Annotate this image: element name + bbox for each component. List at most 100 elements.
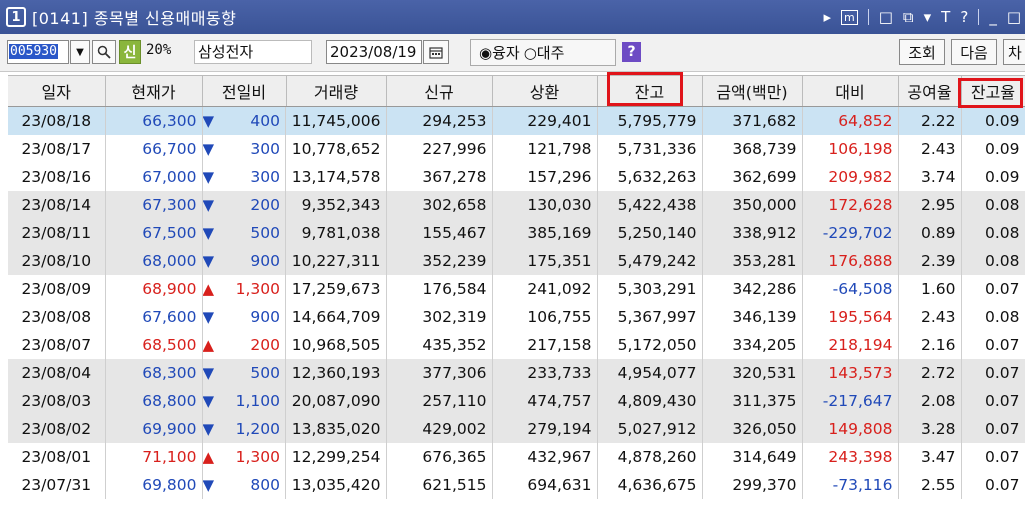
cell-price: 68,800	[105, 387, 203, 415]
cell-diff: 209,982	[802, 163, 899, 191]
cell-balance: 5,303,291	[597, 275, 703, 303]
cell-diff: 106,198	[802, 135, 899, 163]
down-arrow-icon: ▼	[202, 196, 215, 214]
col-header-supply-rate[interactable]: 공여율	[898, 75, 962, 107]
cell-volume: 13,035,420	[286, 471, 387, 499]
table-row[interactable]: 23/08/08 67,600 ▼ 900 14,664,709 302,319 106,7…	[8, 303, 1025, 331]
table-row[interactable]: 23/08/07 68,500 ▲ 200 10,968,505 435,352 217,1…	[8, 331, 1025, 359]
date-input[interactable]: 2023/08/19	[326, 40, 422, 64]
calendar-icon	[429, 46, 443, 59]
table-row[interactable]: 23/07/31 69,800 ▼ 800 13,035,420 621,515 694,6…	[8, 471, 1025, 499]
cell-new: 302,319	[386, 303, 493, 331]
table-row[interactable]: 23/08/17 66,700 ▼ 300 10,778,652 227,996 121,7…	[8, 135, 1025, 163]
cell-change: ▼ 900	[202, 303, 286, 331]
calendar-button[interactable]	[423, 40, 449, 64]
cell-balance: 5,027,912	[597, 415, 703, 443]
cell-supply-rate: 3.47	[898, 443, 962, 471]
col-header-diff[interactable]: 대비	[802, 75, 899, 107]
cell-diff: -73,116	[802, 471, 899, 499]
table-row[interactable]: 23/08/11 67,500 ▼ 500 9,781,038 155,467 385,16…	[8, 219, 1025, 247]
cell-diff: -64,508	[802, 275, 899, 303]
radio-loan[interactable]: ◉융자	[479, 42, 520, 63]
minimize-icon[interactable]: _	[989, 8, 997, 26]
cell-balance: 5,367,997	[597, 303, 703, 331]
help-icon[interactable]: ?	[960, 8, 968, 26]
inquire-button[interactable]: 조회	[899, 39, 945, 65]
credit-button[interactable]: 신	[119, 40, 141, 64]
col-header-new[interactable]: 신규	[386, 75, 493, 107]
change-value: 900	[250, 252, 280, 270]
table-row[interactable]: 23/08/09 68,900 ▲ 1,300 17,259,673 176,584 241…	[8, 275, 1025, 303]
change-value: 1,100	[235, 392, 280, 410]
memo-icon[interactable]: m	[841, 9, 858, 25]
col-header-change[interactable]: 전일비	[202, 75, 287, 107]
cell-diff: 149,808	[802, 415, 899, 443]
cell-repay: 279,194	[492, 415, 598, 443]
table-row[interactable]: 23/08/16 67,000 ▼ 300 13,174,578 367,278 157,2…	[8, 163, 1025, 191]
cell-date: 23/08/11	[8, 219, 106, 247]
table-row[interactable]: 23/08/10 68,000 ▼ 900 10,227,311 352,239 175,3…	[8, 247, 1025, 275]
cell-diff: 143,573	[802, 359, 899, 387]
next-button[interactable]: 다음	[951, 39, 997, 65]
col-header-amount[interactable]: 금액(백만)	[702, 75, 803, 107]
change-value: 1,200	[235, 420, 280, 438]
cell-change: ▲ 1,300	[202, 275, 286, 303]
cell-price: 68,000	[105, 247, 203, 275]
col-header-balance-rate[interactable]: 잔고율	[961, 75, 1025, 107]
col-header-repay[interactable]: 상환	[492, 75, 598, 107]
cell-change: ▼ 300	[202, 163, 286, 191]
table-row[interactable]: 23/08/14 67,300 ▼ 200 9,352,343 302,658 130,03…	[8, 191, 1025, 219]
font-size-icon[interactable]: T	[941, 8, 950, 26]
window-controls: ▸ m □ ⧉ ▾ T ? _ □	[823, 0, 1025, 34]
cell-supply-rate: 2.22	[898, 106, 962, 135]
cell-date: 23/08/18	[8, 106, 106, 135]
cell-new: 302,658	[386, 191, 493, 219]
radio-borrow[interactable]: ○대주	[524, 42, 565, 63]
cell-amount: 334,205	[702, 331, 803, 359]
col-header-balance[interactable]: 잔고	[597, 75, 703, 107]
play-icon[interactable]: ▸	[823, 8, 831, 26]
chart-button[interactable]: 차	[1003, 39, 1025, 65]
table-row[interactable]: 23/08/02 69,900 ▼ 1,200 13,835,020 429,002 279…	[8, 415, 1025, 443]
code-dropdown-button[interactable]: ▼	[70, 40, 90, 64]
cell-change: ▼ 400	[202, 107, 286, 135]
col-header-date[interactable]: 일자	[8, 75, 106, 107]
table-row[interactable]: 23/08/03 68,800 ▼ 1,100 20,087,090 257,110 474…	[8, 387, 1025, 415]
cell-balance-rate: 0.07	[961, 275, 1025, 303]
cell-change: ▲ 1,300	[202, 443, 286, 471]
table-row[interactable]: 23/08/04 68,300 ▼ 500 12,360,193 377,306 233,7…	[8, 359, 1025, 387]
clone-window-icon[interactable]: ⧉	[903, 8, 914, 26]
cell-balance: 5,479,242	[597, 247, 703, 275]
screen-icon[interactable]: □	[879, 8, 893, 26]
up-arrow-icon: ▲	[202, 448, 215, 466]
stock-code-input[interactable]: 005930	[7, 40, 69, 64]
cell-diff: 176,888	[802, 247, 899, 275]
help-button[interactable]: ?	[622, 42, 641, 62]
cell-price: 68,500	[105, 331, 203, 359]
table-body: 23/08/18 66,300 ▼ 400 11,745,006 294,253 229,4…	[8, 106, 1025, 499]
cell-change: ▼ 1,200	[202, 415, 286, 443]
divider	[978, 9, 980, 25]
search-icon	[97, 45, 111, 59]
change-value: 400	[250, 112, 280, 130]
cell-amount: 353,281	[702, 247, 803, 275]
col-header-volume[interactable]: 거래량	[286, 75, 387, 107]
cell-date: 23/08/17	[8, 135, 106, 163]
maximize-icon[interactable]: □	[1007, 8, 1021, 26]
cell-diff: -229,702	[802, 219, 899, 247]
table-row[interactable]: 23/08/18 66,300 ▼ 400 11,745,006 294,253 229,4…	[8, 106, 1025, 135]
change-value: 900	[250, 308, 280, 326]
cell-repay: 432,967	[492, 443, 598, 471]
table-row[interactable]: 23/08/01 71,100 ▲ 1,300 12,299,254 676,365 432…	[8, 443, 1025, 471]
cell-supply-rate: 2.55	[898, 471, 962, 499]
cell-balance: 5,422,438	[597, 191, 703, 219]
down-arrow-icon: ▼	[202, 140, 215, 158]
cell-balance-rate: 0.08	[961, 191, 1025, 219]
search-button[interactable]	[92, 40, 116, 64]
col-header-price[interactable]: 현재가	[105, 75, 203, 107]
pin-icon[interactable]: ▾	[924, 8, 932, 26]
title-bar: 1 [0141] 종목별 신용매매동향 ▸ m □ ⧉ ▾ T ? _ □	[0, 0, 1025, 34]
cell-supply-rate: 2.43	[898, 135, 962, 163]
change-value: 200	[250, 336, 280, 354]
cell-diff: -217,647	[802, 387, 899, 415]
